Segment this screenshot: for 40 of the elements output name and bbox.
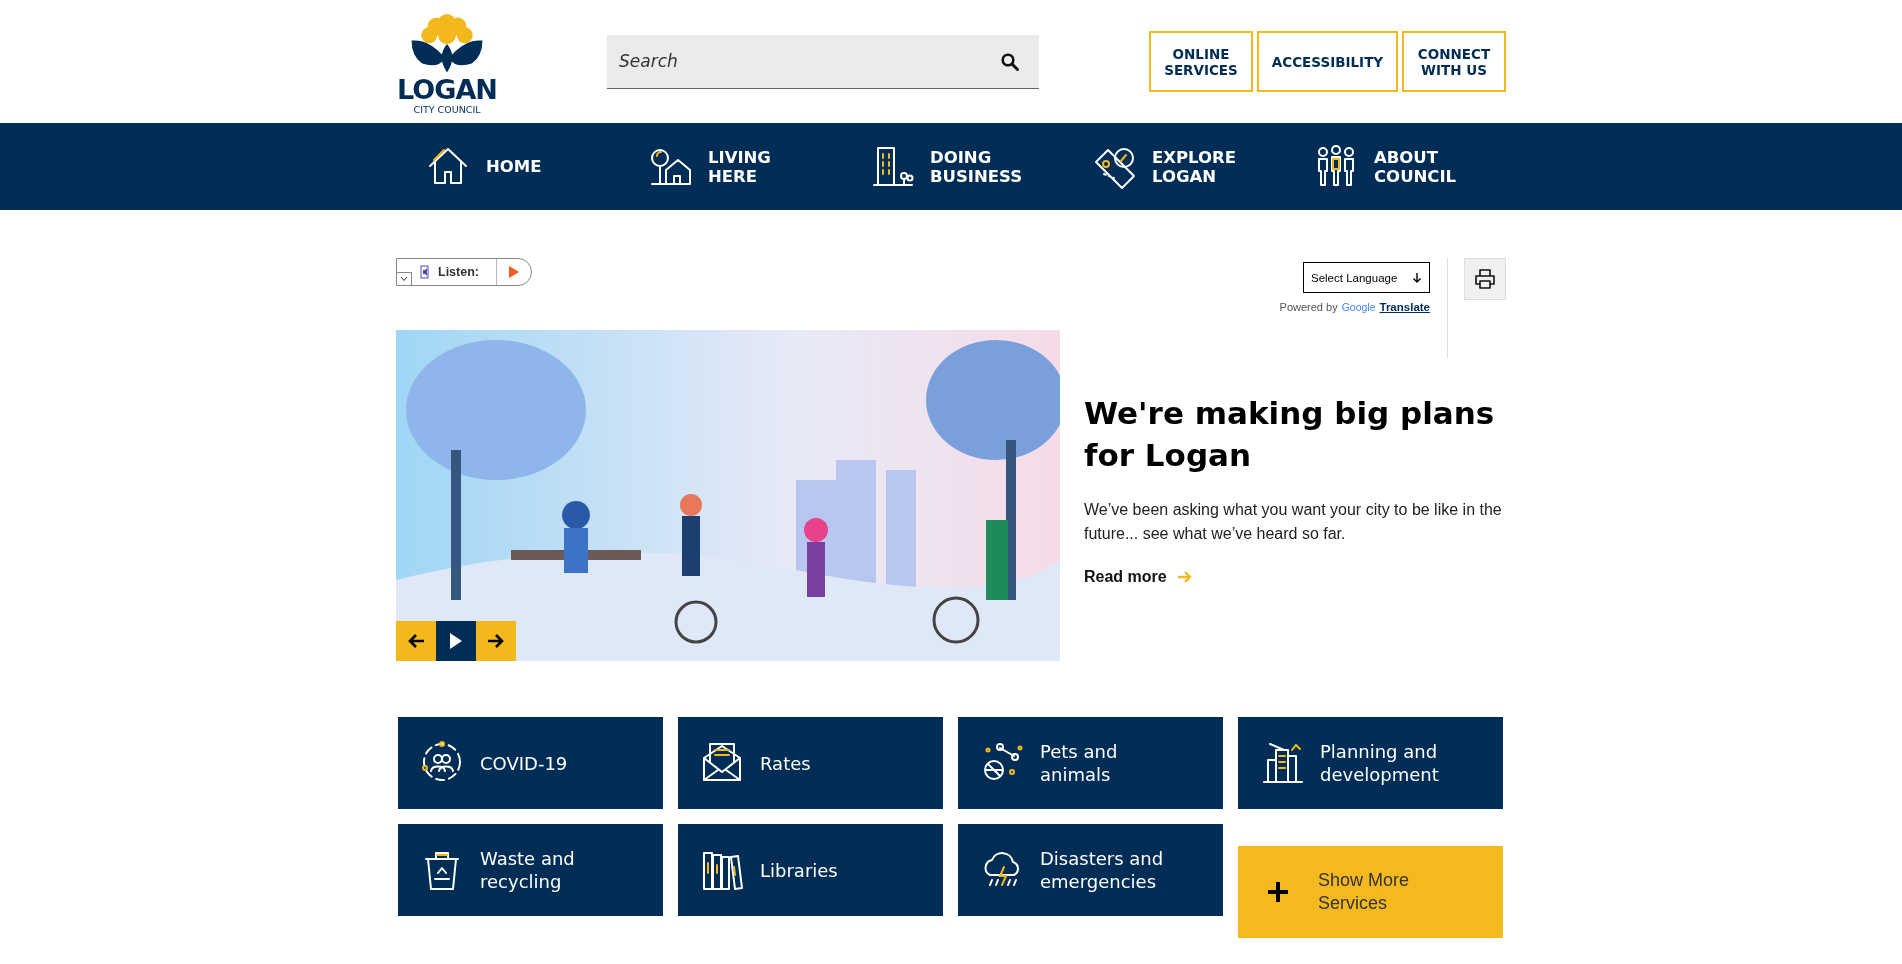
service-tile[interactable]: COVID-19 [398, 717, 663, 809]
next-button[interactable] [476, 621, 516, 661]
service-tile[interactable]: Waste and recycling [398, 824, 663, 916]
arrow-left-icon [407, 633, 425, 649]
play-button[interactable] [436, 621, 476, 661]
speaker-icon [420, 265, 432, 279]
search-field[interactable]: Search [607, 34, 1039, 89]
nav-link[interactable]: EXPLORE LOGAN [1062, 143, 1284, 190]
logo-wordmark: LOGAN [397, 75, 497, 104]
arrow-right-icon [1176, 570, 1193, 584]
nav-link[interactable]: DOING BUSINESS [840, 143, 1062, 190]
show-more-button[interactable]: Show More Services [1238, 846, 1503, 938]
logo[interactable]: LOGAN CITY COUNCIL [396, 13, 498, 116]
service-tile[interactable]: Planning and development [1238, 717, 1503, 809]
arrow-right-icon [487, 633, 505, 649]
caret-icon[interactable] [397, 272, 412, 285]
translate-link[interactable]: Translate [1379, 301, 1430, 313]
search-icon[interactable] [1001, 52, 1019, 71]
header-link[interactable]: ACCESSIBILITY [1257, 31, 1398, 92]
header-link[interactable]: CONNECT WITH US [1402, 31, 1506, 92]
service-tile[interactable]: Libraries [678, 824, 943, 916]
nav-link[interactable]: ABOUT COUNCIL [1284, 143, 1506, 190]
service-tile[interactable]: Rates [678, 717, 943, 809]
nav-link[interactable]: LIVING HERE [618, 143, 840, 190]
language-select[interactable]: Select Language [1303, 262, 1430, 293]
hero-title: We're making big plans for Logan [1084, 394, 1496, 475]
city-buildings-icon [1260, 740, 1306, 786]
print-button[interactable] [1464, 258, 1506, 300]
previous-button[interactable] [396, 621, 436, 661]
service-tile[interactable]: Pets and animals [958, 717, 1223, 809]
nav-link[interactable]: HOME [396, 143, 618, 190]
powered-by-text: Powered by [1279, 301, 1338, 313]
hero-text: We’ve been asking what you want your city to be like in the future... see what we’ve heard so far. [1084, 500, 1503, 544]
logo-subtitle: CITY COUNCIL [413, 103, 481, 116]
play-icon [449, 632, 463, 650]
arrow-down-icon [1412, 271, 1422, 284]
read-more-link[interactable]: Read more [1084, 568, 1193, 586]
service-tile[interactable]: Disasters and emergencies [958, 824, 1223, 916]
google-wordmark: Google [1341, 301, 1376, 313]
header-link[interactable]: ONLINE SERVICES [1149, 31, 1253, 92]
